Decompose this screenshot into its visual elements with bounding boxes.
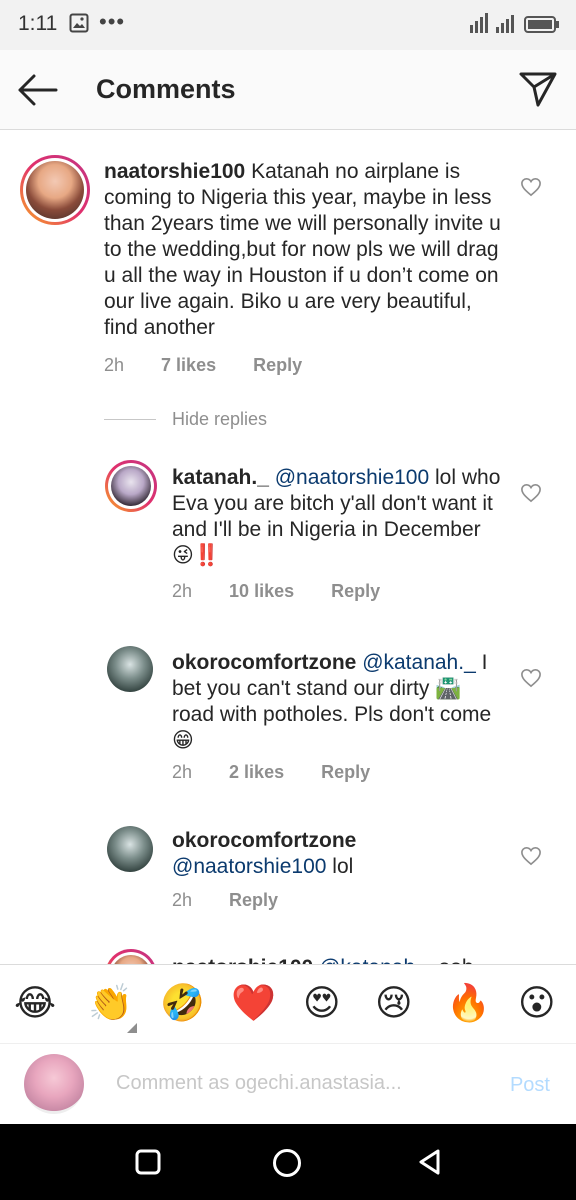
comment-input[interactable]: Comment as ogechi.anastasia...: [116, 1072, 402, 1095]
emoji-quick-bar: 😂 👏 🤣 ❤️ 😍 😢 🔥 😮: [0, 964, 576, 1044]
direct-message-icon[interactable]: [518, 70, 558, 113]
reply-button[interactable]: Reply: [331, 581, 380, 601]
comment-list[interactable]: naatorshie100 Katanah no airplane is com…: [0, 131, 576, 964]
comment-username[interactable]: naatorshie100: [104, 160, 245, 183]
comment-text: naatorshie100 @katanah._ ooh: [172, 955, 502, 964]
reply-button[interactable]: Reply: [229, 890, 278, 910]
comment-text: katanah._ @naatorshie100 lol who Eva you…: [172, 465, 502, 569]
likes-count[interactable]: 7 likes: [161, 355, 216, 375]
comment-body: lol: [332, 855, 354, 878]
current-user-avatar: [24, 1054, 84, 1114]
comment-time: 2h: [172, 762, 193, 782]
comment-meta: 2h Reply: [172, 890, 310, 911]
comment-time: 2h: [172, 581, 193, 601]
page-title: Comments: [96, 74, 236, 104]
like-heart-icon[interactable]: [520, 483, 542, 508]
comment-time: 2h: [172, 890, 193, 910]
likes-count[interactable]: 2 likes: [229, 762, 284, 782]
emoji-heart-eyes[interactable]: 😍: [303, 981, 341, 1025]
comment-username[interactable]: naatorshie100: [172, 956, 313, 964]
comment-body: Katanah no airplane is coming to Nigeria…: [104, 160, 501, 339]
post-button[interactable]: Post: [510, 1074, 550, 1097]
emoji-crying-face[interactable]: 😢: [375, 981, 413, 1025]
reply-button[interactable]: Reply: [321, 762, 370, 782]
emoji-open-mouth[interactable]: 😮: [518, 981, 556, 1025]
emoji-fire[interactable]: 🔥: [446, 981, 491, 1025]
more-notifications-icon: •••: [99, 9, 126, 34]
comment-username[interactable]: okorocomfortzone: [172, 651, 356, 674]
signal-battery-icons: [470, 13, 560, 40]
like-heart-icon[interactable]: [520, 177, 542, 202]
comment-text: okorocomfortzone @naatorshie100 lol: [172, 828, 502, 880]
emoji-clapping-hands[interactable]: 👏: [88, 981, 133, 1025]
status-time: 1:11: [18, 12, 58, 35]
avatar[interactable]: [107, 826, 153, 872]
header: Comments: [0, 50, 576, 130]
avatar[interactable]: [105, 949, 157, 964]
status-bar: 1:11 •••: [0, 0, 576, 50]
back-nav-icon[interactable]: [416, 1148, 444, 1181]
reply-button[interactable]: Reply: [253, 355, 302, 375]
mention-link[interactable]: @naatorshie100: [172, 855, 326, 878]
mention-link[interactable]: @katanah._: [319, 956, 433, 964]
gallery-icon: [69, 13, 89, 38]
mention-link[interactable]: @naatorshie100: [275, 466, 429, 489]
back-arrow-icon[interactable]: [16, 72, 58, 113]
avatar[interactable]: [105, 460, 157, 512]
comment-username[interactable]: katanah._: [172, 466, 269, 489]
avatar[interactable]: [20, 155, 90, 225]
comment-meta: 2h 7 likes Reply: [104, 355, 334, 376]
recent-apps-icon[interactable]: [134, 1148, 162, 1181]
home-icon[interactable]: [272, 1148, 302, 1183]
comment-username[interactable]: okorocomfortzone: [172, 829, 356, 852]
comment-body: ooh: [439, 956, 474, 964]
comment-meta: 2h 2 likes Reply: [172, 762, 402, 783]
avatar[interactable]: [107, 646, 153, 692]
comment-time: 2h: [104, 355, 125, 375]
like-heart-icon[interactable]: [520, 846, 542, 871]
comment-text: naatorshie100 Katanah no airplane is com…: [104, 159, 504, 341]
emoji-red-heart[interactable]: ❤️: [231, 981, 276, 1025]
divider: [104, 419, 156, 420]
likes-count[interactable]: 10 likes: [229, 581, 294, 601]
system-nav-bar: [0, 1124, 576, 1200]
emoji-tears-of-joy[interactable]: 😂: [14, 981, 56, 1025]
comment-meta: 2h 10 likes Reply: [172, 581, 412, 602]
skin-tone-picker-icon[interactable]: [127, 1023, 137, 1033]
comment-text: okorocomfortzone @katanah._ I bet you ca…: [172, 650, 502, 754]
hide-replies-button[interactable]: Hide replies: [172, 409, 267, 430]
mention-link[interactable]: @katanah._: [362, 651, 476, 674]
comment-composer: Comment as ogechi.anastasia... Post: [0, 1044, 576, 1124]
like-heart-icon[interactable]: [520, 668, 542, 693]
emoji-rolling-laughing[interactable]: 🤣: [160, 981, 205, 1025]
